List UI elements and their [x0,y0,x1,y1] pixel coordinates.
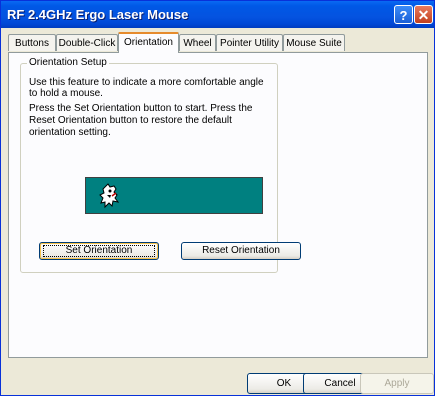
reset-orientation-label: Reset Orientation [202,245,280,256]
help-icon: ? [399,8,408,23]
close-icon: ✕ [417,7,430,23]
orientation-instructions: Press the Set Orientation button to star… [29,103,253,138]
tab-mouse-suite[interactable]: Mouse Suite [283,34,345,51]
reset-orientation-button[interactable]: Reset Orientation [181,242,301,260]
orientation-preview [85,177,263,214]
set-orientation-button[interactable]: Set Orientation [39,242,159,260]
orientation-setup-group: Orientation Setup Use this feature to in… [20,57,301,273]
set-orientation-label: Set Orientation [65,245,133,256]
dog-mascot-icon [99,183,120,209]
apply-button[interactable]: Apply [360,373,434,394]
orientation-description: Use this feature to indicate a more comf… [29,77,264,99]
title-bar[interactable]: RF 2.4GHz Ergo Laser Mouse ? ✕ [1,1,434,28]
help-button[interactable]: ? [394,5,413,24]
tab-orientation[interactable]: Orientation [118,32,179,53]
window-title: RF 2.4GHz Ergo Laser Mouse [7,7,189,22]
tab-panel-orientation: Orientation Setup Use this feature to in… [8,52,428,358]
tab-double-click[interactable]: Double-Click [56,34,118,51]
close-button[interactable]: ✕ [414,5,433,24]
tab-pointer-utility[interactable]: Pointer Utility [216,34,283,51]
tab-buttons[interactable]: Buttons [8,34,56,51]
group-title: Orientation Setup [27,57,109,68]
properties-window: RF 2.4GHz Ergo Laser Mouse ? ✕ Buttons D… [0,0,435,396]
tab-wheel[interactable]: Wheel [179,34,216,51]
